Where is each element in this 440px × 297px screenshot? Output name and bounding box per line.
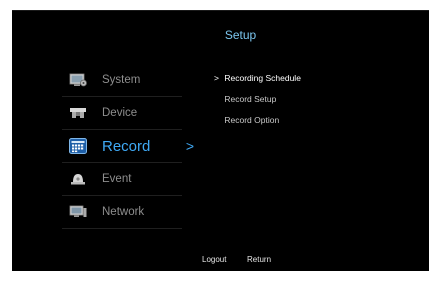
setup-screen: Setup System Device Record > Event Netwo… — [12, 10, 429, 271]
menu-item-system[interactable]: System — [62, 64, 182, 97]
record-submenu: > Recording Schedule Record Setup Record… — [214, 71, 301, 134]
setup-menu: System Device Record > Event Network — [62, 64, 194, 229]
submenu-item-recording-schedule[interactable]: > Recording Schedule — [214, 71, 301, 92]
page-title: Setup — [224, 28, 257, 42]
submenu-item-label: Recording Schedule — [224, 73, 301, 83]
submenu-item-record-setup[interactable]: Record Setup — [214, 92, 301, 113]
menu-item-device[interactable]: Device — [62, 97, 182, 130]
submenu-item-label: Record Option — [224, 115, 280, 125]
menu-item-label: Record — [102, 137, 151, 155]
record-icon — [69, 138, 87, 154]
event-icon — [69, 172, 87, 186]
menu-item-event[interactable]: Event — [62, 163, 182, 196]
submenu-item-record-option[interactable]: Record Option — [214, 113, 301, 134]
device-icon — [69, 106, 87, 120]
submenu-item-label: Record Setup — [224, 94, 277, 104]
system-icon — [69, 73, 87, 87]
menu-item-label: Event — [102, 173, 132, 185]
menu-item-label: System — [102, 74, 141, 86]
network-icon — [69, 205, 87, 219]
selected-indicator: > — [214, 73, 219, 83]
menu-item-network[interactable]: Network — [62, 196, 182, 229]
return-button[interactable]: Return — [247, 255, 271, 264]
menu-item-label: Network — [102, 206, 145, 218]
footer-bar: Logout Return — [12, 249, 429, 271]
menu-item-label: Device — [102, 107, 138, 119]
menu-item-record[interactable]: Record > — [62, 130, 194, 163]
chevron-right-icon: > — [185, 138, 194, 154]
logout-button[interactable]: Logout — [202, 255, 226, 264]
